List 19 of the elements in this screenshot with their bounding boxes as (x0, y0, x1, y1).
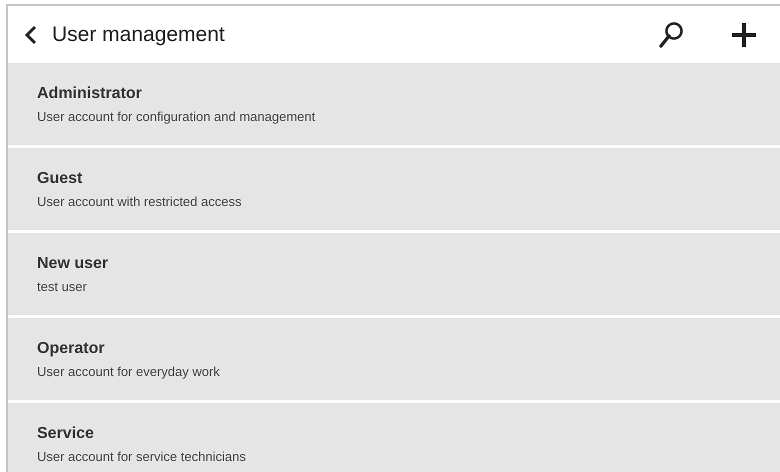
user-description: User account for service technicians (37, 448, 247, 464)
add-icon[interactable] (730, 20, 758, 48)
page-title: User management (52, 22, 225, 46)
search-icon[interactable] (658, 20, 684, 48)
user-name: Administrator (37, 84, 143, 102)
user-name: New user (37, 254, 110, 272)
user-description: User account for everyday work (37, 364, 221, 378)
user-description: User account for configuration and management (37, 108, 316, 124)
user-name: Guest (37, 170, 84, 188)
back-icon[interactable] (24, 24, 38, 44)
user-name: Service (37, 424, 95, 442)
user-description: User account with restricted access (37, 194, 242, 208)
user-list-item[interactable]: New user test user (8, 233, 780, 315)
user-name: Operator (37, 340, 106, 358)
user-description: test user (37, 278, 88, 294)
user-list-item[interactable]: Guest User account with restricted access (8, 148, 780, 230)
user-list-item[interactable]: Service User account for service technicians (8, 403, 780, 472)
user-list-item[interactable]: Operator User account for everyday work (8, 318, 780, 400)
user-list-item[interactable]: Administrator User account for configuration and management (8, 63, 780, 145)
